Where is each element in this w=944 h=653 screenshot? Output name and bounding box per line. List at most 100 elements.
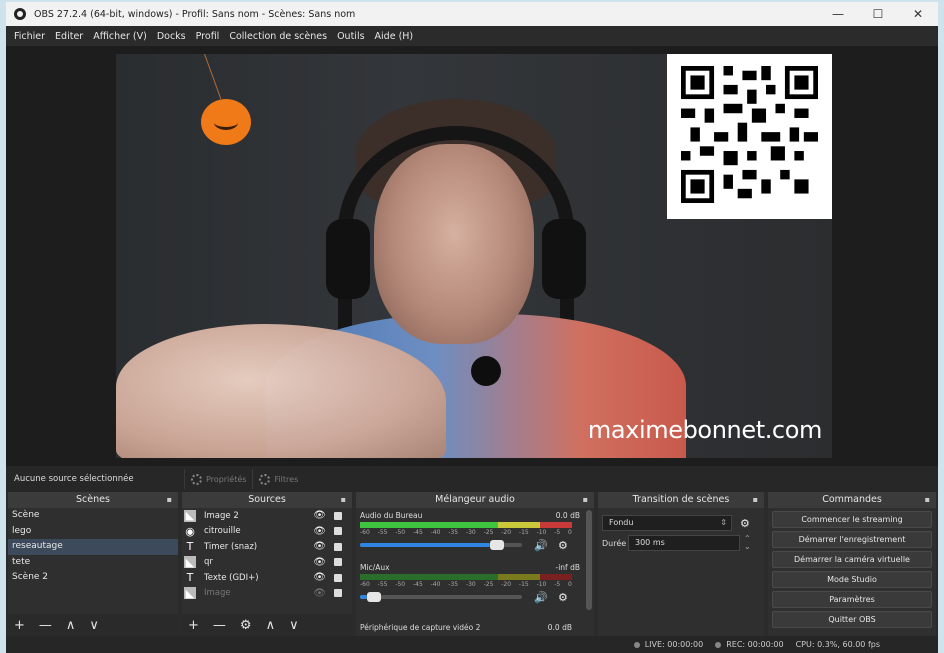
- volume-fill: [360, 543, 490, 547]
- settings-button[interactable]: Paramètres: [772, 591, 932, 608]
- speaker-icon[interactable]: 🔊: [534, 539, 548, 552]
- source-item-hidden[interactable]: ◣ Image 👁: [182, 586, 352, 602]
- undock-icon[interactable]: ▪: [167, 492, 172, 508]
- menu-scene-collection[interactable]: Collection de scènes: [229, 31, 327, 42]
- scene-item[interactable]: lego: [8, 524, 178, 540]
- menu-edit[interactable]: Editer: [55, 31, 83, 42]
- lock-icon[interactable]: [334, 573, 342, 582]
- eye-icon[interactable]: 👁: [313, 510, 326, 521]
- lock-icon[interactable]: [334, 558, 342, 567]
- sources-dock: Sources ▪ ◣ Image 2 👁 ◉ citrouille 👁 T T…: [182, 492, 352, 636]
- maximize-button[interactable]: ☐: [858, 2, 898, 26]
- lock-icon[interactable]: [334, 589, 342, 598]
- volume-meter: [360, 522, 572, 528]
- scene-item[interactable]: Scène 2: [8, 570, 178, 586]
- scene-item[interactable]: Scène: [8, 508, 178, 524]
- volume-slider[interactable]: [360, 540, 522, 550]
- audio-mixer-dock: Mélangeur audio ▪ Audio du Bureau 0.0 dB…: [356, 492, 594, 636]
- exit-button[interactable]: Quitter OBS: [772, 611, 932, 628]
- channel-db: 0.0 dB: [547, 623, 572, 632]
- eye-icon[interactable]: 👁: [313, 526, 326, 537]
- studio-mode-button[interactable]: Mode Studio: [772, 571, 932, 588]
- menu-help[interactable]: Aide (H): [375, 31, 414, 42]
- source-item[interactable]: ◣ Image 2 👁: [182, 508, 352, 524]
- volume-fill: [360, 595, 367, 599]
- mixer-channel-desktop: Audio du Bureau 0.0 dB -60 -55 -50 -45 -40 -3…: [356, 508, 594, 560]
- minimize-button[interactable]: —: [818, 2, 858, 26]
- mixer-scrollbar[interactable]: [586, 510, 592, 610]
- transition-select[interactable]: Fondu ⇕: [602, 515, 732, 531]
- gear-icon[interactable]: ⚙: [558, 539, 568, 552]
- volume-knob[interactable]: [367, 592, 381, 602]
- start-recording-button[interactable]: Démarrer l'enregistrement: [772, 531, 932, 548]
- close-button[interactable]: ✕: [898, 2, 938, 26]
- lock-icon[interactable]: [334, 542, 342, 551]
- stepper-icon[interactable]: ⌃ ⌄: [744, 535, 751, 551]
- gear-icon[interactable]: ⚙: [558, 591, 568, 604]
- lock-icon[interactable]: [334, 511, 342, 520]
- channel-name: Périphérique de capture vidéo 2: [360, 623, 481, 632]
- source-item[interactable]: ◉ citrouille 👁: [182, 524, 352, 540]
- remove-source-button[interactable]: —: [213, 618, 226, 633]
- move-source-up-button[interactable]: ∧: [266, 618, 276, 633]
- volume-knob[interactable]: [490, 540, 504, 550]
- lock-icon[interactable]: [334, 527, 342, 536]
- undock-icon[interactable]: ▪: [925, 492, 930, 508]
- menu-docks[interactable]: Docks: [157, 31, 186, 42]
- undock-icon[interactable]: ▪: [583, 492, 588, 508]
- start-streaming-button[interactable]: Commencer le streaming: [772, 511, 932, 528]
- properties-button[interactable]: Propriétés: [184, 469, 252, 489]
- filters-button[interactable]: Filtres: [252, 469, 304, 489]
- menu-file[interactable]: Fichier: [14, 31, 45, 42]
- person-face: [374, 144, 534, 344]
- commands-title: Commandes: [822, 494, 882, 505]
- pumpkin-overlay: [201, 99, 251, 145]
- text-icon: T: [186, 571, 194, 585]
- speaker-icon[interactable]: 🔊: [534, 591, 548, 604]
- remove-scene-button[interactable]: —: [39, 618, 52, 633]
- menu-bar: Fichier Editer Afficher (V) Docks Profil…: [6, 26, 938, 46]
- undock-icon[interactable]: ▪: [753, 492, 758, 508]
- context-bar: Aucune source sélectionnée Propriétés Fi…: [6, 466, 938, 492]
- source-name: qr: [204, 557, 213, 568]
- scenes-title: Scènes: [76, 494, 110, 505]
- media-icon: ◉: [185, 524, 195, 538]
- start-virtual-camera-button[interactable]: Démarrer la caméra virtuelle: [772, 551, 932, 568]
- filter-icon: [259, 473, 271, 485]
- undock-icon[interactable]: ▪: [341, 492, 346, 508]
- eye-off-icon[interactable]: 👁: [313, 588, 326, 599]
- add-scene-button[interactable]: +: [14, 618, 25, 633]
- add-source-button[interactable]: +: [188, 618, 199, 633]
- source-name: Image: [204, 588, 231, 599]
- eye-icon[interactable]: 👁: [313, 541, 326, 552]
- duration-input[interactable]: 300 ms: [628, 535, 740, 551]
- preview-canvas[interactable]: maximebonnet.com: [116, 54, 832, 458]
- menu-tools[interactable]: Outils: [337, 31, 364, 42]
- gear-icon[interactable]: ⚙: [740, 517, 750, 530]
- transitions-dock: Transition de scènes ▪ Fondu ⇕ ⚙ Durée 3…: [598, 492, 764, 636]
- volume-slider[interactable]: [360, 592, 522, 602]
- duration-value: 300 ms: [635, 538, 665, 547]
- image-icon: ◣: [184, 586, 196, 600]
- preview-area[interactable]: maximebonnet.com: [6, 46, 938, 466]
- eye-icon[interactable]: 👁: [313, 557, 326, 568]
- sources-title: Sources: [248, 494, 286, 505]
- source-item[interactable]: T Timer (snaz) 👁: [182, 539, 352, 555]
- menu-view[interactable]: Afficher (V): [93, 31, 147, 42]
- commands-dock: Commandes ▪ Commencer le streaming Démar…: [768, 492, 936, 636]
- scene-item-selected[interactable]: reseautage: [8, 539, 178, 555]
- menu-profile[interactable]: Profil: [196, 31, 220, 42]
- mixer-channel-mic: Mic/Aux -inf dB -60 -55 -50 -45 -40 -35 -30 -25…: [356, 560, 594, 612]
- move-source-down-button[interactable]: ∨: [289, 618, 299, 633]
- source-settings-button[interactable]: ⚙: [240, 618, 252, 633]
- scenes-dock: Scènes ▪ Scène lego reseautage tete Scèn…: [8, 492, 178, 636]
- qr-code-graphic: [681, 66, 818, 203]
- scene-item[interactable]: tete: [8, 555, 178, 571]
- move-scene-down-button[interactable]: ∨: [89, 618, 99, 633]
- source-item[interactable]: T Texte (GDI+) 👁: [182, 570, 352, 586]
- headphone-cup-left: [326, 219, 370, 299]
- eye-icon[interactable]: 👁: [313, 572, 326, 583]
- move-scene-up-button[interactable]: ∧: [66, 618, 76, 633]
- source-item[interactable]: ◣ qr 👁: [182, 555, 352, 571]
- image-icon: ◣: [184, 509, 196, 523]
